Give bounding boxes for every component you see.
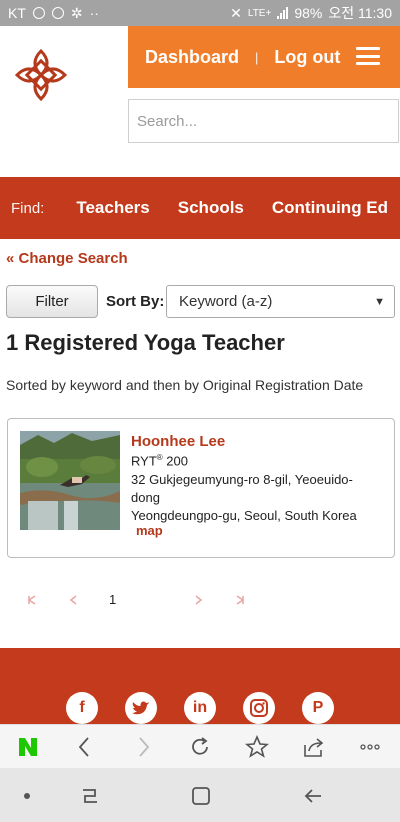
credential-abbr: RYT	[131, 453, 157, 469]
recent-apps-icon[interactable]	[79, 785, 101, 807]
address-line-1: 32 Gukjegeumyung-ro 8-gil, Yeoeuido-dong	[131, 472, 353, 505]
registered-mark: ®	[156, 453, 163, 462]
find-bar: Find: Teachers Schools Continuing Ed	[0, 177, 400, 239]
twitter-icon[interactable]	[125, 692, 157, 724]
mute-icon: ✕	[230, 4, 242, 21]
search-input[interactable]	[128, 99, 399, 143]
system-back-icon[interactable]	[302, 785, 324, 807]
status-bar: KT ✲ ·· ✕ LTE+ 98% 오전 11:30	[0, 0, 400, 26]
nav-separator: |	[255, 49, 259, 65]
carrier-label: KT	[8, 5, 26, 21]
instagram-icon[interactable]	[243, 692, 275, 724]
first-page-icon[interactable]	[26, 595, 36, 605]
home-button-icon[interactable]	[190, 785, 212, 807]
dashboard-link[interactable]: Dashboard	[145, 47, 239, 68]
site-header: Dashboard | Log out	[0, 26, 400, 176]
menu-icon[interactable]	[356, 47, 380, 65]
app-notification-icon	[51, 7, 64, 19]
linkedin-icon[interactable]: in	[184, 692, 216, 724]
logout-link[interactable]: Log out	[274, 47, 340, 68]
sort-by-label: Sort By:	[106, 293, 165, 310]
nav-dot-icon[interactable]	[16, 785, 38, 807]
results-title: 1 Registered Yoga Teacher	[6, 330, 285, 355]
find-label: Find:	[11, 199, 45, 217]
forward-icon[interactable]	[131, 735, 155, 759]
next-page-icon[interactable]	[194, 595, 204, 605]
page-number[interactable]: 1	[109, 592, 116, 607]
pagination: 1	[0, 592, 400, 610]
chat-notification-icon	[32, 7, 45, 19]
teacher-photo[interactable]	[20, 431, 120, 530]
back-icon[interactable]	[73, 735, 97, 759]
brand-logo-icon[interactable]	[14, 48, 68, 102]
previous-page-icon[interactable]	[68, 595, 78, 605]
dropdown-caret-icon: ▼	[374, 296, 385, 308]
bookmark-star-icon[interactable]	[245, 735, 269, 759]
site-footer: f in P	[0, 648, 400, 724]
sort-note: Sorted by keyword and then by Original R…	[6, 377, 364, 393]
double-chevron-left-icon: «	[6, 250, 15, 267]
map-link[interactable]: map	[136, 523, 163, 538]
teacher-name-link[interactable]: Hoonhee Lee	[131, 433, 225, 450]
share-icon[interactable]	[302, 735, 326, 759]
address-line-2: Yeongdeungpo-gu, Seoul, South Korea	[131, 508, 357, 523]
teacher-result-card: Hoonhee Lee RYT® 200 32 Gukjegeumyung-ro…	[7, 418, 395, 558]
signal-icon	[277, 7, 289, 19]
browser-toolbar	[0, 724, 400, 768]
change-search-link[interactable]: « Change Search	[6, 250, 128, 267]
facebook-icon[interactable]: f	[66, 692, 98, 724]
teacher-credential: RYT® 200	[131, 453, 188, 468]
pinterest-icon[interactable]: P	[302, 692, 334, 724]
change-search-label: Change Search	[18, 250, 128, 267]
more-notifications-icon: ··	[89, 5, 99, 21]
sort-select-value: Keyword (a-z)	[179, 293, 273, 310]
find-schools-link[interactable]: Schools	[178, 198, 244, 218]
refresh-icon[interactable]	[188, 735, 212, 759]
last-page-icon[interactable]	[236, 595, 246, 605]
network-type-label: LTE+	[247, 7, 272, 19]
clock-label: 오전 11:30	[328, 5, 392, 21]
find-teachers-link[interactable]: Teachers	[76, 198, 149, 218]
pinwheel-notification-icon: ✲	[70, 4, 83, 21]
battery-label: 98%	[294, 5, 323, 21]
system-nav-bar	[0, 768, 400, 822]
filter-button[interactable]: Filter	[6, 285, 98, 318]
find-continuing-ed-link[interactable]: Continuing Ed	[272, 198, 388, 218]
more-options-icon[interactable]	[358, 735, 382, 759]
credential-level: 200	[166, 453, 188, 469]
sort-select[interactable]: Keyword (a-z) ▼	[166, 285, 395, 318]
naver-home-icon[interactable]	[16, 735, 40, 759]
teacher-address: 32 Gukjegeumyung-ro 8-gil, Yeoeuido-dong…	[131, 471, 371, 525]
top-nav: Dashboard | Log out	[128, 26, 400, 88]
